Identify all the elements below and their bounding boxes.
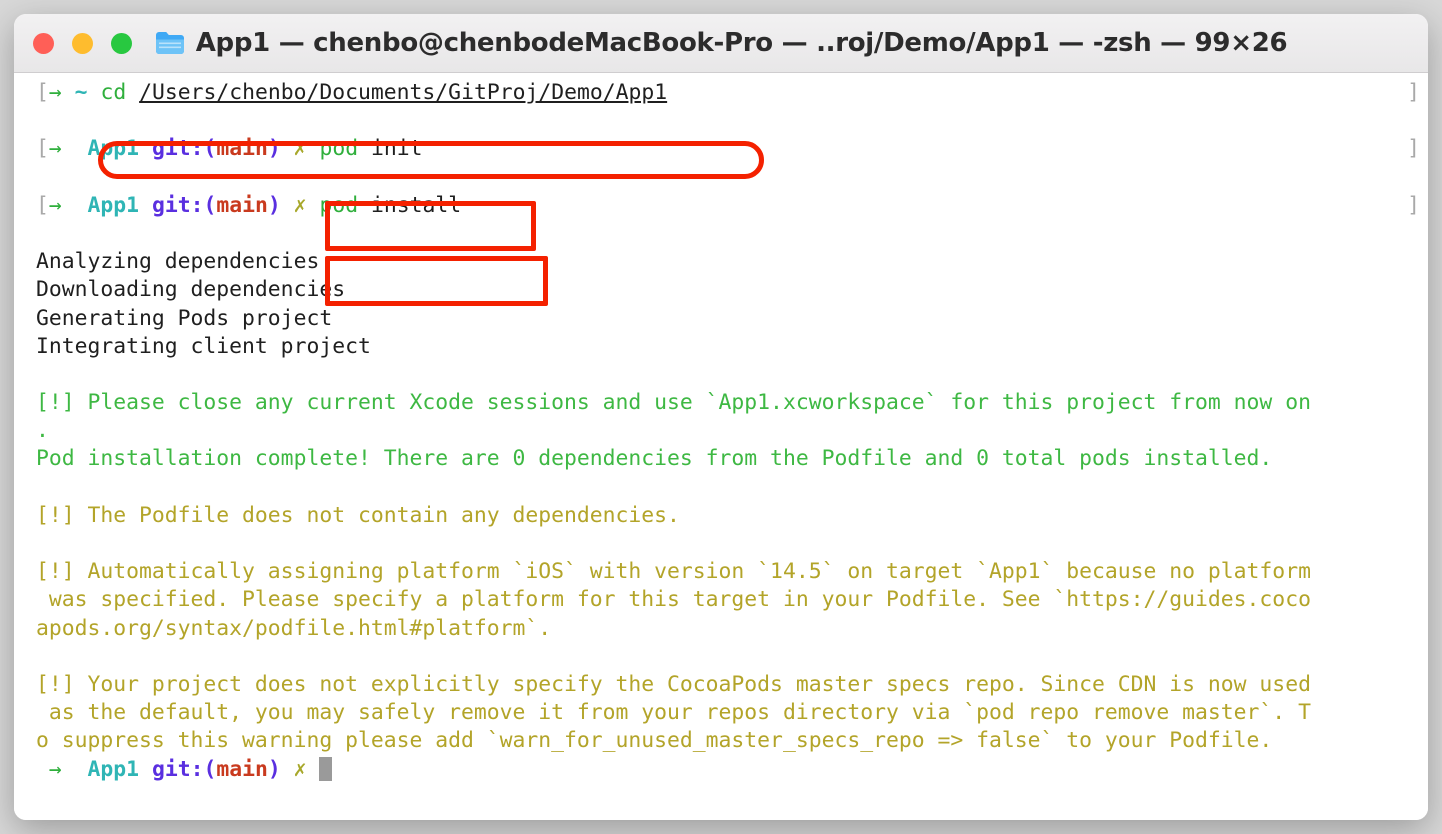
terminal-line-blank-2: [14, 164, 1428, 192]
terminal-line-cd: [→ ~ cd /Users/chenbo/Documents/GitProj/…: [14, 79, 1428, 107]
terminal-line-blank-7: [14, 643, 1428, 671]
prompt-arrow-icon: →: [48, 756, 62, 782]
prompt-git-close: ): [267, 136, 281, 162]
prompt-dirty-icon: ✗: [293, 756, 307, 782]
prompt-current-dir: App1: [87, 756, 140, 782]
prompt-git-close: ): [267, 756, 281, 782]
pod-command-keyword: pod: [319, 136, 359, 162]
close-button[interactable]: [33, 32, 54, 54]
window-title-group: App1 — chenbo@chenbodeMacBook-Pro — ..ro…: [14, 28, 1428, 58]
warning-line-specs-repo-2: as the default, you may safely remove it…: [36, 700, 1311, 726]
terminal-line-blank-6: [14, 530, 1428, 558]
terminal-line-blank-3: [14, 220, 1428, 248]
minimize-button[interactable]: [72, 32, 93, 54]
prompt-git-branch: main: [216, 756, 268, 782]
prompt-end-marker-2: ]: [1407, 136, 1420, 162]
prompt-arrow-icon: →: [48, 136, 62, 162]
prompt-end-marker-1: ]: [1407, 80, 1420, 105]
prompt-current-dir: App1: [87, 136, 140, 162]
output-line-integrating: Integrating client project: [36, 333, 371, 359]
cursor-block: [319, 756, 333, 781]
output-line-generating: Generating Pods project: [36, 305, 333, 331]
prompt-open-bracket: [: [36, 80, 49, 105]
pod-command-keyword: pod: [319, 192, 359, 218]
output-line-install-complete: Pod installation complete! There are 0 d…: [36, 446, 1273, 472]
pod-init-argument: init: [370, 136, 423, 162]
prompt-arrow-icon: →: [48, 80, 62, 105]
pod-install-argument: install: [370, 192, 462, 218]
prompt-git-open: git:(: [151, 136, 217, 162]
terminal-output-area[interactable]: [→ ~ cd /Users/chenbo/Documents/GitProj/…: [14, 73, 1428, 820]
warning-line-specs-repo-1: [!] Your project does not explicitly spe…: [36, 671, 1311, 697]
warning-line-platform-3: apods.org/syntax/podfile.html#platform`.: [36, 615, 552, 641]
terminal-line-pod-install: [→ App1 git:(main) ✗ pod install]: [14, 192, 1428, 220]
prompt-current-dir: App1: [87, 192, 140, 218]
output-line-xcode-notice: [!] Please close any current Xcode sessi…: [36, 390, 1311, 416]
warning-line-platform-1: [!] Automatically assigning platform `iO…: [36, 559, 1311, 585]
maximize-button[interactable]: [111, 32, 132, 54]
prompt-dirty-icon: ✗: [293, 192, 307, 218]
prompt-arrow-icon: →: [48, 192, 62, 218]
warning-line-specs-repo-3: o suppress this warning please add `warn…: [36, 728, 1273, 754]
terminal-window: App1 — chenbo@chenbodeMacBook-Pro — ..ro…: [14, 14, 1428, 820]
terminal-line-pod-init: [→ App1 git:(main) ✗ pod init]: [14, 135, 1428, 163]
prompt-open-bracket: [: [36, 192, 49, 218]
window-controls: [33, 14, 132, 72]
output-line-analyzing: Analyzing dependencies: [36, 249, 320, 275]
window-title: App1 — chenbo@chenbodeMacBook-Pro — ..ro…: [195, 28, 1288, 58]
folder-icon: [155, 32, 184, 54]
prompt-end-marker-3: ]: [1407, 192, 1420, 218]
output-line-downloading: Downloading dependencies: [36, 277, 346, 303]
terminal-line-blank-1: [14, 107, 1428, 135]
prompt-git-branch: main: [216, 192, 268, 218]
window-titlebar[interactable]: App1 — chenbo@chenbodeMacBook-Pro — ..ro…: [14, 14, 1428, 73]
terminal-line-active-prompt[interactable]: → App1 git:(main) ✗: [14, 756, 1428, 784]
prompt-git-branch: main: [216, 136, 268, 162]
terminal-line-blank-4: [14, 361, 1428, 389]
prompt-open-bracket: [: [36, 136, 49, 162]
terminal-line-blank-5: [14, 474, 1428, 502]
output-line-xcode-notice-cont: .: [36, 418, 49, 444]
cd-command-path: /Users/chenbo/Documents/GitProj/Demo/App…: [139, 80, 668, 105]
cd-command-keyword: cd: [100, 80, 127, 105]
prompt-git-open: git:(: [151, 192, 217, 218]
prompt-home-dir: ~: [74, 80, 88, 105]
warning-line-no-dependencies: [!] The Podfile does not contain any dep…: [36, 502, 680, 528]
prompt-git-close: ): [267, 192, 281, 218]
prompt-git-open: git:(: [151, 756, 217, 782]
warning-line-platform-2: was specified. Please specify a platform…: [36, 587, 1311, 613]
prompt-dirty-icon: ✗: [293, 136, 307, 162]
